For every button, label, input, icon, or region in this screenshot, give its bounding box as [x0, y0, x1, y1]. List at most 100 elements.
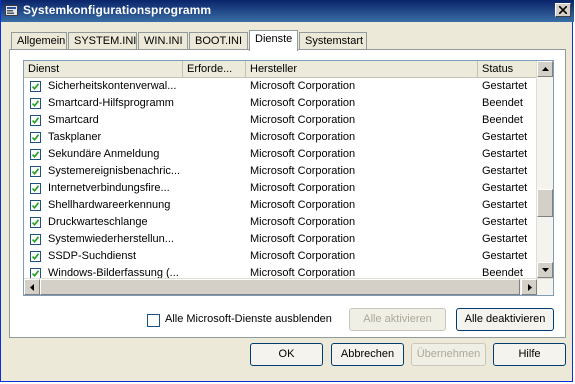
- service-checkbox[interactable]: [30, 200, 41, 211]
- service-checkbox[interactable]: [30, 251, 41, 262]
- tab-system-ini[interactable]: SYSTEM.INI: [68, 32, 137, 50]
- service-row[interactable]: Druckwarteschlange Microsoft Corporation G…: [24, 214, 536, 231]
- service-manufacturer: Microsoft Corporation: [250, 114, 356, 126]
- checkmark-icon: [32, 270, 39, 277]
- app-icon: [5, 5, 18, 16]
- service-status: Beendet: [482, 114, 523, 126]
- service-status: Gestartet: [482, 182, 528, 194]
- column-header-dienst[interactable]: Dienst: [24, 61, 183, 77]
- checkmark-icon: [32, 202, 39, 209]
- close-button[interactable]: [555, 3, 571, 17]
- service-name: Internetverbindungsfire...: [48, 182, 170, 194]
- services-list[interactable]: Dienst Erforde... Hersteller Status Sich…: [23, 60, 554, 296]
- tab-allgemein[interactable]: Allgemein: [11, 32, 67, 50]
- service-name: SSDP-Suchdienst: [48, 250, 137, 262]
- service-name: Smartcard: [48, 114, 99, 126]
- checkmark-icon: [32, 168, 39, 175]
- service-name: Systemereignisbenachric...: [48, 165, 181, 177]
- service-checkbox[interactable]: [30, 115, 41, 126]
- checkmark-icon: [32, 219, 39, 226]
- arrow-down-icon: [542, 268, 549, 272]
- service-manufacturer: Microsoft Corporation: [250, 97, 356, 109]
- service-row[interactable]: Internetverbindungsfire... Microsoft Corp…: [24, 180, 536, 197]
- service-row[interactable]: Shellhardwareerkennung Microsoft Corporat…: [24, 197, 536, 214]
- service-status: Gestartet: [482, 250, 528, 262]
- tab-boot-ini[interactable]: BOOT.INI: [189, 32, 248, 50]
- column-header-erforderlich[interactable]: Erforde...: [183, 61, 246, 77]
- service-row[interactable]: Smartcard-Hilfsprogramm Microsoft Corpora…: [24, 95, 536, 112]
- service-manufacturer: Microsoft Corporation: [250, 216, 356, 228]
- service-row[interactable]: Systemwiederherstellun... Microsoft Corpo…: [24, 231, 536, 248]
- service-status: Gestartet: [482, 80, 528, 92]
- service-name: Taskplaner: [48, 131, 102, 143]
- service-name: Druckwarteschlange: [48, 216, 148, 228]
- service-status: Gestartet: [482, 233, 528, 245]
- msconfig-window: Systemkonfigurationsprogramm Allgemein S…: [0, 0, 574, 382]
- service-checkbox[interactable]: [30, 183, 41, 194]
- scroll-left-button[interactable]: [24, 279, 40, 295]
- service-checkbox[interactable]: [30, 132, 41, 143]
- tab-win-ini[interactable]: WIN.INI: [138, 32, 188, 50]
- service-name: Sekundäre Anmeldung: [48, 148, 160, 160]
- service-name: Systemwiederherstellun...: [48, 233, 174, 245]
- service-manufacturer: Microsoft Corporation: [250, 148, 356, 160]
- horizontal-scrollbar[interactable]: [24, 278, 553, 295]
- service-name: Sicherheitskontenverwal...: [48, 80, 177, 92]
- service-checkbox[interactable]: [30, 81, 41, 92]
- column-header-hersteller[interactable]: Hersteller: [246, 61, 478, 77]
- hide-microsoft-services-checkbox[interactable]: [147, 314, 160, 327]
- checkmark-icon: [32, 100, 39, 107]
- service-row[interactable]: Smartcard Microsoft Corporation Beendet: [24, 112, 536, 129]
- column-header-status[interactable]: Status: [478, 61, 536, 77]
- cancel-button[interactable]: Abbrechen: [331, 343, 404, 366]
- service-manufacturer: Microsoft Corporation: [250, 131, 356, 143]
- service-manufacturer: Microsoft Corporation: [250, 182, 356, 194]
- checkmark-icon: [32, 134, 39, 141]
- service-row[interactable]: Taskplaner Microsoft Corporation Gestartet: [24, 129, 536, 146]
- service-checkbox[interactable]: [30, 217, 41, 228]
- ok-button[interactable]: OK: [250, 343, 323, 366]
- checkmark-icon: [32, 151, 39, 158]
- hide-microsoft-services-label: Alle Microsoft-Dienste ausblenden: [165, 313, 332, 325]
- arrow-right-icon: [528, 284, 532, 291]
- list-header: Dienst Erforde... Hersteller Status: [24, 61, 536, 78]
- close-icon: [559, 6, 567, 14]
- service-manufacturer: Microsoft Corporation: [250, 250, 356, 262]
- service-name: Shellhardwareerkennung: [48, 199, 171, 211]
- enable-all-button[interactable]: Alle aktivieren: [349, 308, 446, 331]
- vertical-scrollbar[interactable]: [536, 61, 553, 278]
- service-checkbox[interactable]: [30, 149, 41, 160]
- service-row[interactable]: Sekundäre Anmeldung Microsoft Corporation…: [24, 146, 536, 163]
- service-manufacturer: Microsoft Corporation: [250, 80, 356, 92]
- scroll-right-button[interactable]: [521, 279, 537, 295]
- service-manufacturer: Microsoft Corporation: [250, 165, 356, 177]
- service-row[interactable]: SSDP-Suchdienst Microsoft Corporation Gest…: [24, 248, 536, 265]
- tab-dienste[interactable]: Dienste: [249, 30, 298, 51]
- disable-all-button[interactable]: Alle deaktivieren: [456, 308, 554, 331]
- service-checkbox[interactable]: [30, 234, 41, 245]
- scroll-up-button[interactable]: [537, 61, 553, 77]
- help-button[interactable]: Hilfe: [493, 343, 566, 366]
- vertical-scroll-thumb[interactable]: [537, 189, 553, 217]
- window-title: Systemkonfigurationsprogramm: [23, 3, 212, 17]
- service-manufacturer: Microsoft Corporation: [250, 199, 356, 211]
- services-panel: Dienst Erforde... Hersteller Status Sich…: [9, 49, 566, 338]
- service-checkbox[interactable]: [30, 98, 41, 109]
- title-bar: Systemkonfigurationsprogramm: [1, 0, 574, 22]
- service-status: Gestartet: [482, 131, 528, 143]
- arrow-up-icon: [542, 67, 549, 71]
- apply-button[interactable]: Übernehmen: [411, 343, 486, 366]
- horizontal-scroll-thumb[interactable]: [40, 279, 520, 295]
- service-status: Gestartet: [482, 148, 528, 160]
- service-name: Smartcard-Hilfsprogramm: [48, 97, 174, 109]
- service-row[interactable]: Sicherheitskontenverwal... Microsoft Corp…: [24, 78, 536, 95]
- scroll-down-button[interactable]: [537, 262, 553, 278]
- checkmark-icon: [32, 236, 39, 243]
- tab-systemstart[interactable]: Systemstart: [299, 32, 367, 50]
- service-status: Gestartet: [482, 165, 528, 177]
- service-row[interactable]: Systemereignisbenachric... Microsoft Corp…: [24, 163, 536, 180]
- service-status: Beendet: [482, 97, 523, 109]
- service-manufacturer: Microsoft Corporation: [250, 233, 356, 245]
- service-checkbox[interactable]: [30, 166, 41, 177]
- arrow-left-icon: [30, 284, 34, 291]
